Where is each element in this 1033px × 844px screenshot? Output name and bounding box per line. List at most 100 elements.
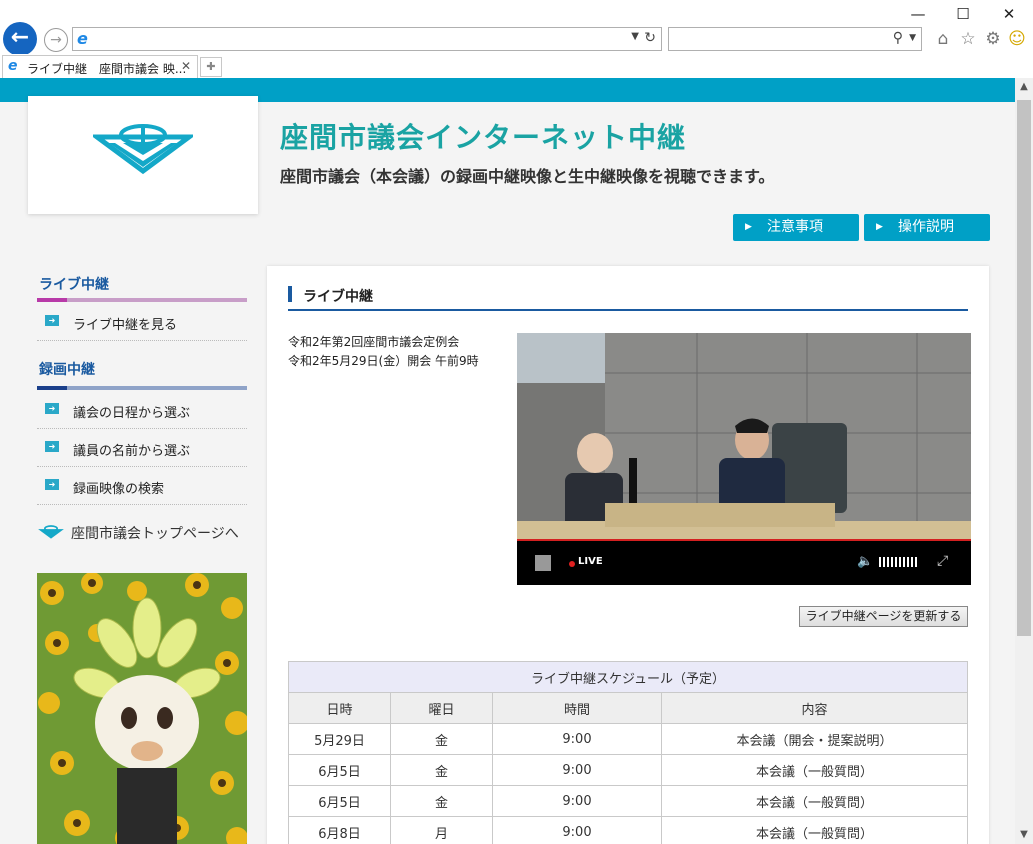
- refresh-icon[interactable]: ↻: [644, 30, 656, 46]
- scroll-down-icon[interactable]: ▼: [1015, 826, 1033, 844]
- maximize-icon[interactable]: ☐: [948, 4, 978, 24]
- tab-title: ライブ中継 座間市議会 映...: [27, 62, 187, 76]
- table-cell: 月: [390, 816, 493, 844]
- logo-card[interactable]: [28, 96, 258, 214]
- table-cell: 本会議（一般質問）: [661, 785, 968, 817]
- url-input[interactable]: e ▼ ↻: [72, 27, 662, 51]
- star-icon[interactable]: ☆: [957, 28, 979, 50]
- table-cell: 金: [390, 723, 493, 755]
- table-cell: 金: [390, 754, 493, 786]
- minimize-icon[interactable]: —: [903, 4, 933, 24]
- table-cell: 本会議（開会・提案説明）: [661, 723, 968, 755]
- sidebar-item-by-schedule[interactable]: ➜ 議会の日程から選ぶ: [37, 391, 247, 429]
- smiley-icon[interactable]: ☺: [1006, 28, 1028, 50]
- chevron-down-icon[interactable]: ▼: [909, 33, 916, 43]
- notes-button-label: 注意事項: [767, 219, 823, 235]
- vertical-scrollbar[interactable]: ▲ ▼: [1015, 78, 1033, 844]
- arrow-right-icon: ➜: [45, 315, 59, 326]
- page-viewport: 座間市議会インターネット中継 座間市議会（本会議）の録画中継映像と生中継映像を視…: [0, 78, 1015, 844]
- table-cell: 9:00: [492, 723, 662, 755]
- table-row: 6月5日 金 9:00 本会議（一般質問）: [288, 785, 968, 817]
- recorded-heading-bar: [37, 386, 247, 390]
- close-icon[interactable]: ✕: [181, 59, 191, 73]
- section-title: ライブ中継: [303, 289, 373, 305]
- meeting-name: 令和2年第2回座間市議会定例会: [288, 335, 460, 349]
- arrow-right-icon: ➜: [45, 479, 59, 490]
- table-cell: 9:00: [492, 785, 662, 817]
- close-icon[interactable]: ✕: [994, 4, 1024, 24]
- tab-bar: e ライブ中継 座間市議会 映... ✕ ✚: [0, 54, 1033, 78]
- table-cell: 6月8日: [288, 816, 391, 844]
- table-cell: 9:00: [492, 754, 662, 786]
- site-subtitle: 座間市議会（本会議）の録画中継映像と生中継映像を視聴できます。: [280, 167, 775, 186]
- city-logo-icon: [93, 124, 193, 175]
- live-dot-icon: [569, 561, 575, 567]
- meeting-info: 令和2年第2回座間市議会定例会 令和2年5月29日(金）開会 午前9時: [288, 333, 479, 371]
- table-cell: 6月5日: [288, 785, 391, 817]
- table-row: 6月5日 金 9:00 本会議（一般質問）: [288, 754, 968, 786]
- column-header-content: 内容: [661, 692, 968, 724]
- player-controls: LIVE 🔈 ⤢: [517, 541, 971, 585]
- table-cell: 本会議（一般質問）: [661, 754, 968, 786]
- scroll-up-icon[interactable]: ▲: [1015, 78, 1033, 96]
- scrollbar-thumb[interactable]: [1017, 100, 1031, 636]
- table-row: 5月29日 金 9:00 本会議（開会・提案説明）: [288, 723, 968, 755]
- sidebar-item-label: 録画映像の検索: [73, 482, 165, 497]
- video-frame: [517, 333, 971, 543]
- table-row: 6月8日 月 9:00 本会議（一般質問）: [288, 816, 968, 844]
- gear-icon[interactable]: ⚙: [982, 28, 1004, 50]
- mascot-image: [37, 573, 247, 844]
- stop-icon[interactable]: [535, 555, 551, 571]
- browser-tab[interactable]: e ライブ中継 座間市議会 映... ✕: [2, 55, 198, 78]
- refresh-live-button[interactable]: ライブ中継ページを更新する: [799, 606, 968, 627]
- live-heading: ライブ中継: [39, 277, 109, 293]
- play-icon: ▶: [876, 222, 883, 232]
- new-tab-button[interactable]: ✚: [200, 57, 222, 77]
- arrow-right-icon: ➜: [45, 403, 59, 414]
- instructions-button-label: 操作説明: [898, 219, 954, 235]
- schedule-caption: ライブ中継スケジュール（予定）: [288, 661, 968, 693]
- volume-slider[interactable]: [879, 557, 917, 567]
- column-header-date: 日時: [288, 692, 391, 724]
- live-badge: LIVE: [578, 556, 603, 567]
- sidebar-item-search[interactable]: ➜ 録画映像の検索: [37, 467, 247, 505]
- sidebar-item-by-member[interactable]: ➜ 議員の名前から選ぶ: [37, 429, 247, 467]
- section-header: ライブ中継: [288, 285, 968, 311]
- chevron-down-icon[interactable]: ▼: [631, 31, 639, 42]
- table-cell: 5月29日: [288, 723, 391, 755]
- table-cell: 金: [390, 785, 493, 817]
- sidebar-item-label: ライブ中継を見る: [73, 318, 178, 333]
- meeting-date: 令和2年5月29日(金）開会 午前9時: [288, 354, 479, 368]
- table-cell: 6月5日: [288, 754, 391, 786]
- fullscreen-icon[interactable]: ⤢: [937, 553, 948, 569]
- main-panel: ライブ中継 令和2年第2回座間市議会定例会 令和2年5月29日(金）開会 午前9…: [267, 266, 989, 844]
- recorded-heading: 録画中継: [39, 362, 95, 378]
- address-bar: ← → e ▼ ↻ ⚲ ▼: [0, 22, 1033, 56]
- arrow-right-icon: ➜: [45, 441, 59, 452]
- site-title: 座間市議会インターネット中継: [280, 121, 687, 154]
- instructions-button[interactable]: ▶ 操作説明: [864, 214, 990, 241]
- video-player[interactable]: LIVE 🔈 ⤢: [517, 333, 971, 585]
- ie-icon: e: [77, 29, 88, 48]
- back-button[interactable]: ←: [3, 22, 37, 56]
- live-heading-bar: [37, 298, 247, 302]
- city-logo-icon: [38, 525, 64, 539]
- sidebar-item-label: 議員の名前から選ぶ: [73, 444, 191, 459]
- volume-icon[interactable]: 🔈: [857, 554, 873, 569]
- column-header-weekday: 曜日: [390, 692, 493, 724]
- sidebar-item-watch-live[interactable]: ➜ ライブ中継を見る: [37, 303, 247, 341]
- forward-button[interactable]: →: [44, 28, 68, 52]
- ie-icon: e: [8, 58, 18, 74]
- search-icon[interactable]: ⚲: [893, 30, 903, 46]
- play-icon: ▶: [745, 222, 752, 232]
- section-marker: [288, 286, 292, 302]
- search-input[interactable]: ⚲ ▼: [668, 27, 922, 51]
- schedule-table: ライブ中継スケジュール（予定） 日時 曜日 時間 内容 5月29日 金 9:00…: [288, 661, 968, 844]
- council-top-link-label: 座間市議会トップページへ: [71, 526, 239, 542]
- mascot-photo: [37, 573, 247, 844]
- notes-button[interactable]: ▶ 注意事項: [733, 214, 859, 241]
- council-top-link[interactable]: 座間市議会トップページへ: [37, 520, 247, 546]
- column-header-time: 時間: [492, 692, 662, 724]
- sidebar-item-label: 議会の日程から選ぶ: [73, 406, 191, 421]
- home-icon[interactable]: ⌂: [932, 28, 954, 50]
